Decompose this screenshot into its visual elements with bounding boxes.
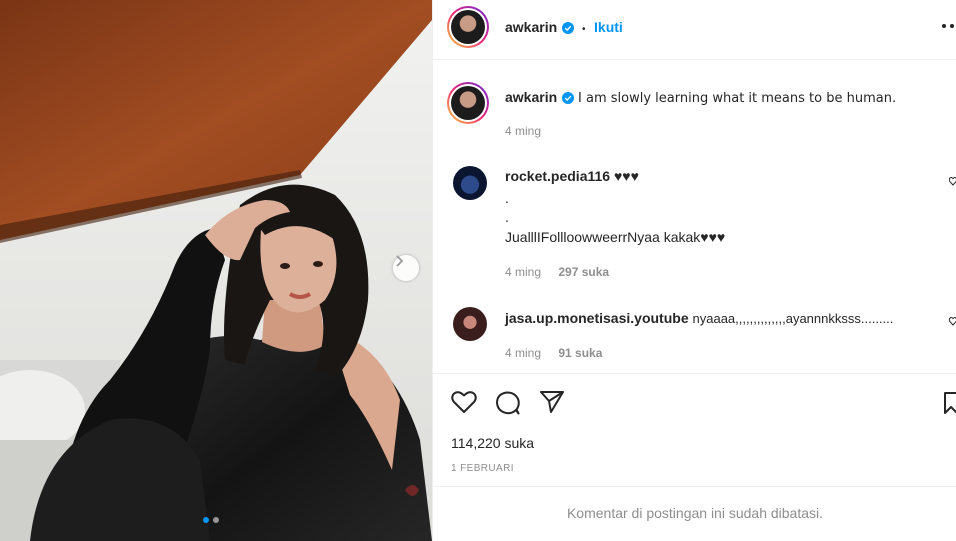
actions-divider-top bbox=[433, 373, 956, 374]
comment-meta: 4 ming 297 suka bbox=[505, 265, 609, 279]
comment-icon[interactable] bbox=[495, 390, 521, 416]
post-photo[interactable] bbox=[0, 0, 432, 541]
comment-body: jasa.up.monetisasi.youtube nyaaaa,,,,,,,… bbox=[505, 308, 893, 329]
comment-age[interactable]: 4 ming bbox=[505, 265, 541, 279]
caption-age[interactable]: 4 ming bbox=[505, 124, 541, 138]
comment-text: nyaaaa,,,,,,,,,,,,,,ayannnkksss......... bbox=[692, 311, 894, 326]
post-details-panel: awkarin • Ikuti awkarin I am slowly lear… bbox=[432, 0, 956, 541]
caption-text: I am slowly learning what it means to be… bbox=[578, 91, 897, 106]
commenter-avatar[interactable] bbox=[453, 307, 487, 341]
commenter-avatar[interactable] bbox=[453, 166, 487, 200]
like-count[interactable]: 114,220 suka bbox=[451, 435, 534, 451]
comment-meta: 4 ming 91 suka bbox=[505, 346, 602, 360]
heart-icon[interactable] bbox=[451, 390, 477, 414]
header-author: awkarin • Ikuti bbox=[505, 19, 623, 37]
comment-line: . bbox=[505, 190, 509, 206]
comment-likes[interactable]: 91 suka bbox=[558, 346, 602, 360]
comment-body: rocket.pedia116 ♥♥♥ bbox=[505, 166, 639, 186]
comment-like-heart-icon[interactable] bbox=[949, 176, 956, 186]
comment-username[interactable]: rocket.pedia116 bbox=[505, 168, 610, 184]
comment-age[interactable]: 4 ming bbox=[505, 346, 541, 360]
post-header: awkarin • Ikuti bbox=[433, 0, 956, 60]
carousel-dot-active bbox=[203, 517, 209, 523]
post-date[interactable]: 1 FEBRUARI bbox=[451, 463, 514, 474]
photo-illustration bbox=[0, 0, 432, 541]
carousel-next-button[interactable] bbox=[393, 255, 419, 281]
more-options-icon[interactable] bbox=[941, 14, 955, 43]
author-avatar[interactable] bbox=[447, 6, 489, 48]
carousel-indicator bbox=[203, 517, 219, 523]
paper-plane-icon[interactable] bbox=[539, 390, 565, 414]
header-separator: • bbox=[582, 24, 586, 35]
verified-badge-icon bbox=[561, 91, 574, 104]
caption: awkarin I am slowly learning what it mea… bbox=[505, 89, 896, 107]
chevron-right-icon bbox=[396, 255, 404, 267]
caption-avatar[interactable] bbox=[447, 82, 489, 124]
caption-username[interactable]: awkarin bbox=[505, 89, 557, 105]
comment-line: JualllIFollloowweerrNyaa kakak♥♥♥ bbox=[505, 229, 726, 245]
comment-likes[interactable]: 297 suka bbox=[558, 265, 609, 279]
author-username[interactable]: awkarin bbox=[505, 19, 557, 35]
carousel-dot bbox=[213, 517, 219, 523]
bookmark-icon[interactable] bbox=[943, 391, 956, 415]
actions-divider-bottom bbox=[433, 486, 956, 487]
verified-badge-icon bbox=[561, 21, 574, 34]
comments-disabled-notice: Komentar di postingan ini sudah dibatasi… bbox=[566, 505, 824, 521]
comment-line: . bbox=[505, 209, 509, 225]
comment-line: ♥♥♥ bbox=[613, 168, 639, 184]
comment-like-heart-icon[interactable] bbox=[949, 316, 956, 326]
follow-button[interactable]: Ikuti bbox=[594, 19, 623, 35]
comment-username[interactable]: jasa.up.monetisasi.youtube bbox=[505, 310, 689, 326]
